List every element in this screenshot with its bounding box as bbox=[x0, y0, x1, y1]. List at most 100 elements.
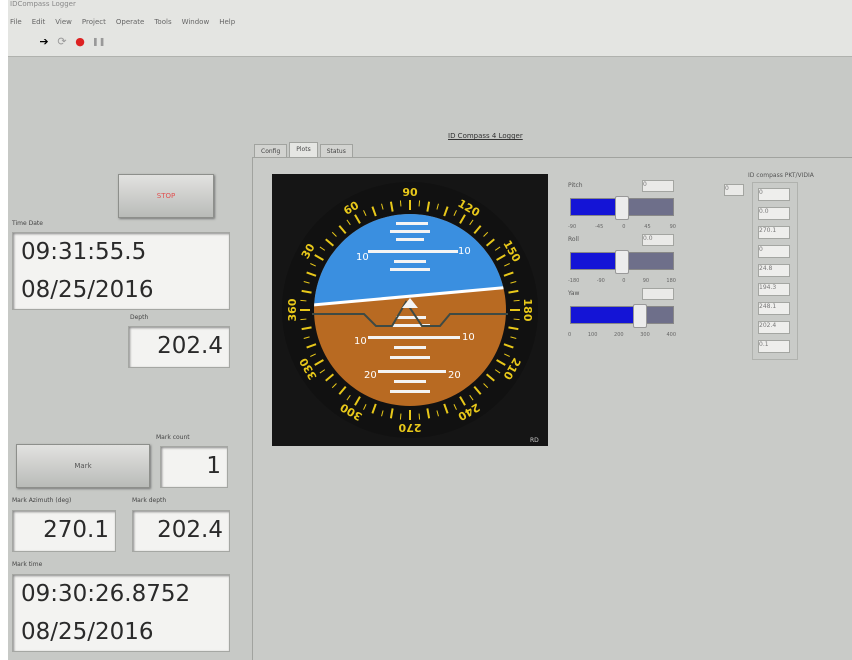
array-element-0: 0 bbox=[758, 188, 790, 201]
attitude-indicator: 30 60 90 120 150 180 210 240 270 300 330 360 bbox=[272, 174, 548, 446]
pitch-value-field[interactable]: 0 bbox=[642, 180, 674, 192]
roll-scale-0: -180 bbox=[568, 278, 580, 284]
run-continuous-icon[interactable]: ⟳ bbox=[56, 36, 68, 48]
pitch-slider-thumb[interactable] bbox=[615, 196, 629, 220]
mark-time-value: 09:30:26.8752 bbox=[21, 581, 191, 607]
mark-azimuth-value: 270.1 bbox=[43, 517, 109, 543]
adi-corner-label: RD bbox=[530, 437, 539, 444]
pitch-label-ground-left-20: 20 bbox=[364, 370, 377, 381]
yaw-scale-1: 100 bbox=[587, 332, 598, 338]
heading-tick bbox=[418, 413, 421, 420]
menu-project[interactable]: Project bbox=[82, 18, 106, 26]
array-element-8: 0.1 bbox=[758, 340, 790, 353]
roll-scale-4: 180 bbox=[666, 278, 676, 284]
yaw-scale-0: 0 bbox=[568, 332, 572, 338]
abort-icon[interactable]: ● bbox=[74, 36, 86, 48]
labview-front-panel: IDCompass Logger File Edit View Project … bbox=[8, 0, 852, 660]
mark-azimuth-display: 270.1 bbox=[12, 510, 116, 552]
pitch-scale-2: 0 bbox=[622, 224, 626, 230]
menu-window[interactable]: Window bbox=[182, 18, 210, 26]
stop-button[interactable]: STOP bbox=[118, 174, 214, 218]
pitch-label-sky-left: 10 bbox=[356, 252, 369, 263]
date-value: 08/25/2016 bbox=[21, 277, 154, 303]
yaw-slider-track[interactable] bbox=[570, 304, 674, 328]
array-element-4: 24.8 bbox=[758, 264, 790, 277]
menu-list: File Edit View Project Operate Tools Win… bbox=[10, 18, 235, 26]
time-date-display: 09:31:55.5 08/25/2016 bbox=[12, 232, 230, 310]
depth-display: 202.4 bbox=[128, 326, 230, 368]
array-element-6: 248.1 bbox=[758, 302, 790, 315]
heading-label: 270 bbox=[398, 421, 421, 434]
heading-tick bbox=[300, 299, 307, 302]
heading-tick bbox=[513, 299, 520, 302]
pitch-label-ground-left-10: 10 bbox=[354, 336, 367, 347]
roll-scale-3: 90 bbox=[642, 278, 650, 284]
tab-plots[interactable]: Plots bbox=[289, 142, 318, 158]
yaw-slider-scale: 0 100 200 300 400 bbox=[568, 332, 676, 338]
yaw-scale-3: 300 bbox=[640, 332, 650, 338]
yaw-scale-2: 200 bbox=[614, 332, 624, 338]
roll-scale-1: -90 bbox=[596, 278, 605, 284]
mark-button[interactable]: Mark bbox=[16, 444, 150, 488]
array-element-5: 194.3 bbox=[758, 283, 790, 296]
mark-time-label: Mark time bbox=[12, 561, 43, 568]
array-label: ID compass PKT/VIDIA bbox=[748, 172, 814, 179]
roll-scale-2: 0 bbox=[622, 278, 626, 284]
menu-tools[interactable]: Tools bbox=[154, 18, 171, 26]
heading-label: 360 bbox=[286, 298, 299, 321]
array-element-7: 202.4 bbox=[758, 321, 790, 334]
mark-date-value: 08/25/2016 bbox=[21, 619, 154, 645]
attitude-indicator-graphic: 306090120150180210240270300330360 10 10 … bbox=[282, 182, 539, 444]
yaw-value-field[interactable] bbox=[642, 288, 674, 300]
menu-operate[interactable]: Operate bbox=[116, 18, 144, 26]
mark-depth-display: 202.4 bbox=[132, 510, 230, 552]
mark-depth-label: Mark depth bbox=[132, 497, 167, 504]
mark-time-display: 09:30:26.8752 08/25/2016 bbox=[12, 574, 230, 652]
yaw-slider-thumb[interactable] bbox=[633, 304, 648, 328]
menubar: IDCompass Logger File Edit View Project … bbox=[8, 0, 852, 57]
roll-slider-thumb[interactable] bbox=[615, 250, 629, 274]
pitch-scale-1: -45 bbox=[595, 224, 604, 230]
yaw-slider-fill bbox=[571, 307, 641, 323]
heading-tick bbox=[418, 200, 421, 207]
menu-help[interactable]: Help bbox=[219, 18, 235, 26]
pause-icon[interactable]: ❚❚ bbox=[92, 36, 105, 48]
pitch-label-ground-right-10: 10 bbox=[462, 332, 475, 343]
pitch-scale-4: 90 bbox=[669, 224, 676, 230]
array-element-1: 0.0 bbox=[758, 207, 790, 220]
yaw-scale-4: 400 bbox=[666, 332, 676, 338]
toolbar: ➔ ⟳ ● ❚❚ bbox=[38, 36, 105, 48]
heading-tick bbox=[513, 318, 520, 321]
roll-value-field[interactable]: 0.0 bbox=[642, 234, 674, 246]
array-element-2: 270.1 bbox=[758, 226, 790, 239]
pitch-slider-label: Pitch bbox=[568, 182, 583, 189]
menu-file[interactable]: File bbox=[10, 18, 22, 26]
array-element-3: 0 bbox=[758, 245, 790, 258]
pitch-label-sky-right: 10 bbox=[458, 246, 471, 257]
heading-tick bbox=[399, 200, 402, 207]
pitch-slider-track[interactable] bbox=[570, 196, 674, 220]
mark-count-label: Mark count bbox=[156, 434, 190, 441]
menu-edit[interactable]: Edit bbox=[32, 18, 46, 26]
depth-label: Depth bbox=[130, 314, 149, 321]
depth-value: 202.4 bbox=[157, 333, 223, 359]
vi-title: ID Compass 4 Logger bbox=[448, 132, 523, 140]
window-title: IDCompass Logger bbox=[10, 0, 76, 8]
mark-count-display: 1 bbox=[160, 446, 228, 488]
mark-depth-value: 202.4 bbox=[157, 517, 223, 543]
pitch-label-ground-right-20: 20 bbox=[448, 370, 461, 381]
heading-label: 180 bbox=[521, 299, 534, 322]
heading-tick bbox=[300, 318, 307, 321]
roll-slider-label: Roll bbox=[568, 236, 579, 243]
pitch-slider-scale: -90 -45 0 45 90 bbox=[568, 224, 676, 230]
time-date-label: Time Date bbox=[12, 220, 43, 227]
heading-tick bbox=[399, 413, 402, 420]
roll-slider-track[interactable] bbox=[570, 250, 674, 274]
run-arrow-icon[interactable]: ➔ bbox=[38, 36, 50, 48]
pitch-scale-3: 45 bbox=[644, 224, 651, 230]
mark-azimuth-label: Mark Azimuth (deg) bbox=[12, 497, 72, 504]
menu-view[interactable]: View bbox=[55, 18, 72, 26]
array-index-control[interactable]: 0 bbox=[724, 184, 744, 196]
time-value: 09:31:55.5 bbox=[21, 239, 147, 265]
heading-label: 90 bbox=[402, 186, 418, 199]
